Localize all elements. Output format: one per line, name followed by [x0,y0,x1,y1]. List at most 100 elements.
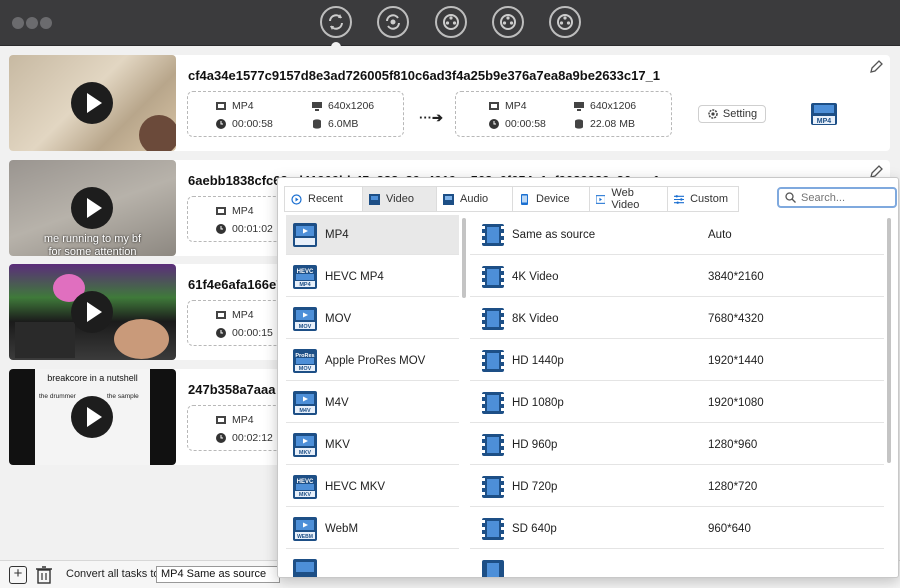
source-format: MP4 [232,414,254,426]
video-preset-icon [482,391,504,414]
video-preset-icon [482,559,504,577]
video-preset-icon [482,475,504,498]
format-search-box[interactable] [777,187,897,208]
video-thumbnail[interactable] [9,264,176,360]
preset-resolution: 1280*720 [708,480,758,493]
tab-audio[interactable]: Audio [437,187,513,211]
task-file-name: cf4a34e1577c9157d8e3ad726005f810c6ad3f4a… [188,68,661,83]
format-list-scrollbar[interactable] [462,218,466,298]
format-item-hevc-mp4[interactable]: HEVC MP4 HEVC MP4 [286,257,459,297]
preset-item[interactable]: HD 1440p 1920*1440 [470,341,884,381]
minimize-window-button[interactable] [26,17,38,29]
svg-text:MKV: MKV [299,492,312,498]
play-button[interactable] [71,187,113,229]
preset-list: Same as source Auto 4K Video 3840*2160 8… [470,215,884,577]
clock-icon [216,433,226,443]
tab-recent[interactable]: Recent [285,187,363,211]
video-thumbnail[interactable] [9,55,176,151]
close-window-button[interactable] [12,17,24,29]
mp4-format-icon: MP4 [811,103,837,125]
mov-format-icon: MOV [293,306,317,331]
setting-button[interactable]: Setting [698,105,766,123]
format-item-mov[interactable]: MOV MOV [286,299,459,339]
preset-item[interactable]: HD 1080p 1920*1080 [470,383,884,423]
edit-name-icon[interactable] [868,59,884,75]
tab-custom[interactable]: Custom [668,187,738,211]
convert-icon [329,14,343,30]
output-info-box[interactable]: MP4 640x1206 00:00:58 22.08 MB [455,91,672,137]
format-item-mp4[interactable]: MP4 [286,215,459,255]
preset-item[interactable]: 4K Video 3840*2160 [470,257,884,297]
output-format: MP4 [505,100,527,112]
preset-item-partial[interactable] [470,551,884,577]
gear-icon [708,109,718,119]
thumbnail-caption: me running to my bf [43,233,142,245]
compress-icon [386,14,400,30]
preset-name: HD 720p [512,480,558,493]
preset-resolution: 3840*2160 [708,270,764,283]
arrow-right-icon: ···➔ [419,110,443,125]
video-preset-icon [482,433,504,456]
preset-item[interactable]: 8K Video 7680*4320 [470,299,884,339]
source-info-box: MP4 640x1206 00:00:58 6.0MB [187,91,404,137]
svg-text:WEBM: WEBM [297,534,313,540]
play-button[interactable] [71,82,113,124]
title-bar [0,0,900,47]
convert-tool-button[interactable] [320,6,352,38]
resolution-icon [574,102,584,111]
mp4-format-icon [293,222,317,247]
source-format: MP4 [232,309,254,321]
format-item-hevc-mkv[interactable]: HEVC MKV HEVC MKV [286,467,459,507]
video-thumbnail[interactable]: me running to my bf for some attention [9,160,176,256]
compress-tool-button[interactable] [377,6,409,38]
source-size: 6.0MB [328,118,359,130]
face-thumbnail-detail [139,115,176,151]
clock-icon [489,119,499,129]
format-item-partial[interactable] [286,551,459,577]
preset-name: Same as source [512,228,596,241]
source-duration: 00:02:12 [232,432,273,444]
video-preset-icon [482,517,504,540]
film-tool-button-1[interactable] [435,6,467,38]
tab-web-video[interactable]: Web Video [590,187,668,211]
film-tool-button-2[interactable] [492,6,524,38]
zoom-window-button[interactable] [40,17,52,29]
output-duration: 00:00:58 [505,118,546,130]
preset-resolution: Auto [708,228,732,241]
tab-device[interactable]: Device [513,187,590,211]
preset-list-scrollbar[interactable] [887,218,891,463]
trash-icon[interactable] [36,566,52,584]
task-file-name: 61f4e6afa166e7 [188,277,284,292]
format-label: MKV [325,438,350,451]
preset-item[interactable]: Same as source Auto [470,215,884,255]
preset-item[interactable]: HD 720p 1280*720 [470,467,884,507]
film-tool-button-3[interactable] [549,6,581,38]
film-icon [216,102,226,110]
play-button[interactable] [71,396,113,438]
format-item-mkv[interactable]: MKV MKV [286,425,459,465]
format-category-tabs: Recent Video Audio Device Web Video Cust… [284,186,739,212]
output-format-badge[interactable]: MP4 [810,102,838,126]
format-item-webm[interactable]: WEBM WebM [286,509,459,549]
preset-item[interactable]: SD 640p 960*640 [470,509,884,549]
thumbnail-detail [15,322,75,358]
format-item-prores-mov[interactable]: ProRes MOV Apple ProRes MOV [286,341,459,381]
recent-icon [291,193,302,205]
svg-text:MOV: MOV [299,366,312,372]
format-item-m4v[interactable]: M4V M4V [286,383,459,423]
video-thumbnail[interactable]: breakcore in a nutshell the drummer the … [9,369,176,465]
convert-all-format-select[interactable]: MP4 Same as source [156,566,280,583]
tab-video[interactable]: Video [363,187,437,211]
format-label: M4V [325,396,349,409]
format-icon [293,558,317,577]
film-icon [216,416,226,424]
format-picker-popup: Recent Video Audio Device Web Video Cust… [277,177,899,578]
task-row: cf4a34e1577c9157d8e3ad726005f810c6ad3f4a… [9,55,890,151]
preset-item[interactable]: HD 960p 1280*960 [470,425,884,465]
format-label: HEVC MP4 [325,270,384,283]
play-button[interactable] [71,291,113,333]
search-input[interactable] [801,191,893,204]
video-preset-icon [482,265,504,288]
clock-icon [216,328,226,338]
add-file-button[interactable]: + [9,566,27,584]
